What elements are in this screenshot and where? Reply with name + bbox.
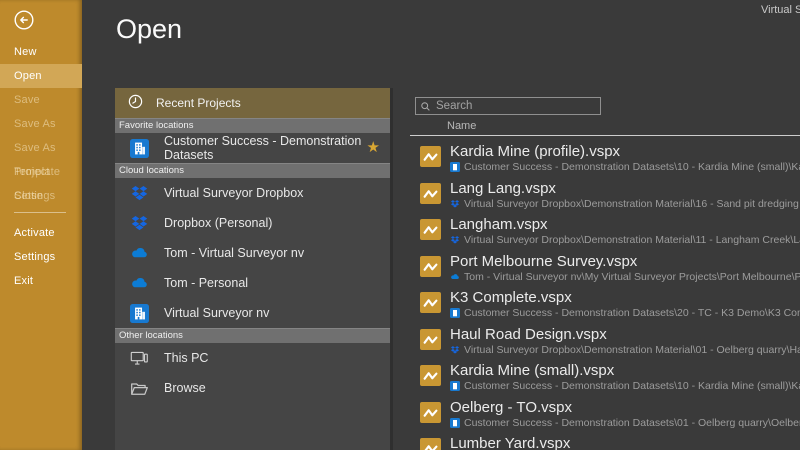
onedrive-cloud-icon — [130, 274, 149, 293]
file-name: Oelberg - TO.vspx — [450, 399, 800, 416]
location-tom-personal[interactable]: Tom - Personal — [115, 268, 390, 298]
open-backstage-screen: Virtual S New Open Save Save As Save As … — [0, 0, 800, 450]
location-label: Dropbox (Personal) — [164, 216, 272, 230]
building-icon — [450, 418, 460, 428]
vspx-file-icon — [420, 365, 441, 386]
search-input[interactable] — [434, 99, 600, 113]
folder-open-icon — [130, 379, 149, 398]
file-row-kardia-mine-profile[interactable]: Kardia Mine (profile).vspx Customer Succ… — [410, 139, 800, 176]
building-icon — [450, 308, 460, 318]
location-dropbox-personal[interactable]: Dropbox (Personal) — [115, 208, 390, 238]
sidebar-item-save-as: Save As — [0, 112, 82, 136]
section-header-other: Other locations — [115, 328, 390, 343]
vspx-file-icon — [420, 183, 441, 204]
file-name: Kardia Mine (profile).vspx — [450, 143, 800, 160]
sidebar-item-project-settings: Project Settings — [0, 160, 82, 184]
file-path: Virtual Surveyor Dropbox\Demonstration M… — [450, 344, 800, 356]
file-path: Customer Success - Demonstration Dataset… — [450, 380, 800, 392]
onedrive-cloud-icon — [450, 272, 460, 282]
sidebar-item-activate[interactable]: Activate — [0, 221, 82, 245]
file-name: Lang Lang.vspx — [450, 180, 800, 197]
file-row-lang-lang[interactable]: Lang Lang.vspx Virtual Surveyor Dropbox\… — [410, 176, 800, 213]
recent-files-list: Kardia Mine (profile).vspx Customer Succ… — [410, 139, 800, 450]
location-virtual-surveyor-dropbox[interactable]: Virtual Surveyor Dropbox — [115, 178, 390, 208]
location-tom-virtual-surveyor[interactable]: Tom - Virtual Surveyor nv — [115, 238, 390, 268]
sidebar-divider — [14, 212, 66, 213]
location-customer-success[interactable]: Customer Success - Demonstration Dataset… — [115, 133, 390, 163]
dropbox-icon — [450, 345, 460, 355]
file-row-oelberg-to[interactable]: Oelberg - TO.vspx Customer Success - Dem… — [410, 395, 800, 432]
location-this-pc[interactable]: This PC — [115, 343, 390, 373]
onedrive-cloud-icon — [130, 244, 149, 263]
search-box — [415, 97, 601, 115]
back-button[interactable] — [13, 9, 35, 31]
vspx-file-icon — [420, 292, 441, 313]
search-icon — [420, 101, 431, 112]
monitor-icon — [130, 349, 149, 368]
vspx-file-icon — [420, 329, 441, 350]
recent-projects-label: Recent Projects — [156, 96, 241, 110]
vspx-file-icon — [420, 256, 441, 277]
locations-panel: Recent Projects Favorite locations Custo… — [115, 88, 393, 450]
file-name: Kardia Mine (small).vspx — [450, 362, 800, 379]
file-path: Virtual Surveyor Dropbox\Demonstration M… — [450, 234, 800, 246]
backstage-sidebar: New Open Save Save As Save As Template P… — [0, 0, 82, 450]
column-header-name[interactable]: Name — [447, 120, 476, 132]
vspx-file-icon — [420, 146, 441, 167]
location-browse[interactable]: Browse — [115, 373, 390, 403]
dropbox-icon — [130, 184, 149, 203]
file-name: Langham.vspx — [450, 216, 800, 233]
sidebar-item-settings[interactable]: Settings — [0, 245, 82, 269]
page-title: Open — [116, 14, 182, 45]
location-virtual-surveyor-nv[interactable]: Virtual Surveyor nv — [115, 298, 390, 328]
file-row-lumber-yard[interactable]: Lumber Yard.vspx — [410, 431, 800, 450]
vspx-file-icon — [420, 219, 441, 240]
file-row-k3-complete[interactable]: K3 Complete.vspx Customer Success - Demo… — [410, 285, 800, 322]
favorite-star-icon[interactable]: ★ — [367, 140, 380, 155]
window-title: Virtual S — [761, 4, 800, 16]
file-path: Customer Success - Demonstration Dataset… — [450, 161, 800, 173]
file-name: Haul Road Design.vspx — [450, 326, 800, 343]
dropbox-icon — [450, 235, 460, 245]
location-label: Virtual Surveyor nv — [164, 306, 269, 320]
file-row-haul-road-design[interactable]: Haul Road Design.vspx Virtual Surveyor D… — [410, 322, 800, 359]
sidebar-item-open[interactable]: Open — [0, 64, 82, 88]
building-icon — [130, 304, 149, 323]
file-path: Customer Success - Demonstration Dataset… — [450, 417, 800, 429]
location-label: Virtual Surveyor Dropbox — [164, 186, 303, 200]
location-label: Browse — [164, 381, 206, 395]
file-row-port-melbourne-survey[interactable]: Port Melbourne Survey.vspx Tom - Virtual… — [410, 249, 800, 286]
section-header-cloud: Cloud locations — [115, 163, 390, 178]
column-header-divider — [410, 135, 800, 136]
recent-projects-button[interactable]: Recent Projects — [115, 88, 390, 118]
building-icon — [450, 162, 460, 172]
clock-icon — [127, 93, 144, 113]
sidebar-menu: New Open Save Save As Save As Template P… — [0, 40, 82, 293]
vspx-file-icon — [420, 402, 441, 423]
location-label: This PC — [164, 351, 208, 365]
file-name: Lumber Yard.vspx — [450, 435, 800, 450]
sidebar-item-save-as-template: Save As Template — [0, 136, 82, 160]
dropbox-icon — [130, 214, 149, 233]
file-path: Tom - Virtual Surveyor nv\My Virtual Sur… — [450, 271, 800, 283]
file-row-kardia-mine-small[interactable]: Kardia Mine (small).vspx Customer Succes… — [410, 358, 800, 395]
sidebar-item-new[interactable]: New — [0, 40, 82, 64]
vspx-file-icon — [420, 438, 441, 450]
file-path: Customer Success - Demonstration Dataset… — [450, 307, 800, 319]
location-label: Tom - Personal — [164, 276, 248, 290]
location-label: Customer Success - Demonstration Dataset… — [164, 134, 390, 162]
building-icon — [130, 139, 149, 158]
sidebar-item-exit[interactable]: Exit — [0, 269, 82, 293]
file-name: Port Melbourne Survey.vspx — [450, 253, 800, 270]
file-path: Virtual Surveyor Dropbox\Demonstration M… — [450, 198, 800, 210]
file-row-langham[interactable]: Langham.vspx Virtual Surveyor Dropbox\De… — [410, 212, 800, 249]
section-header-favorite: Favorite locations — [115, 118, 390, 133]
sidebar-item-save: Save — [0, 88, 82, 112]
building-icon — [450, 381, 460, 391]
sidebar-item-close: Close — [0, 184, 82, 208]
location-label: Tom - Virtual Surveyor nv — [164, 246, 304, 260]
dropbox-icon — [450, 199, 460, 209]
file-name: K3 Complete.vspx — [450, 289, 800, 306]
